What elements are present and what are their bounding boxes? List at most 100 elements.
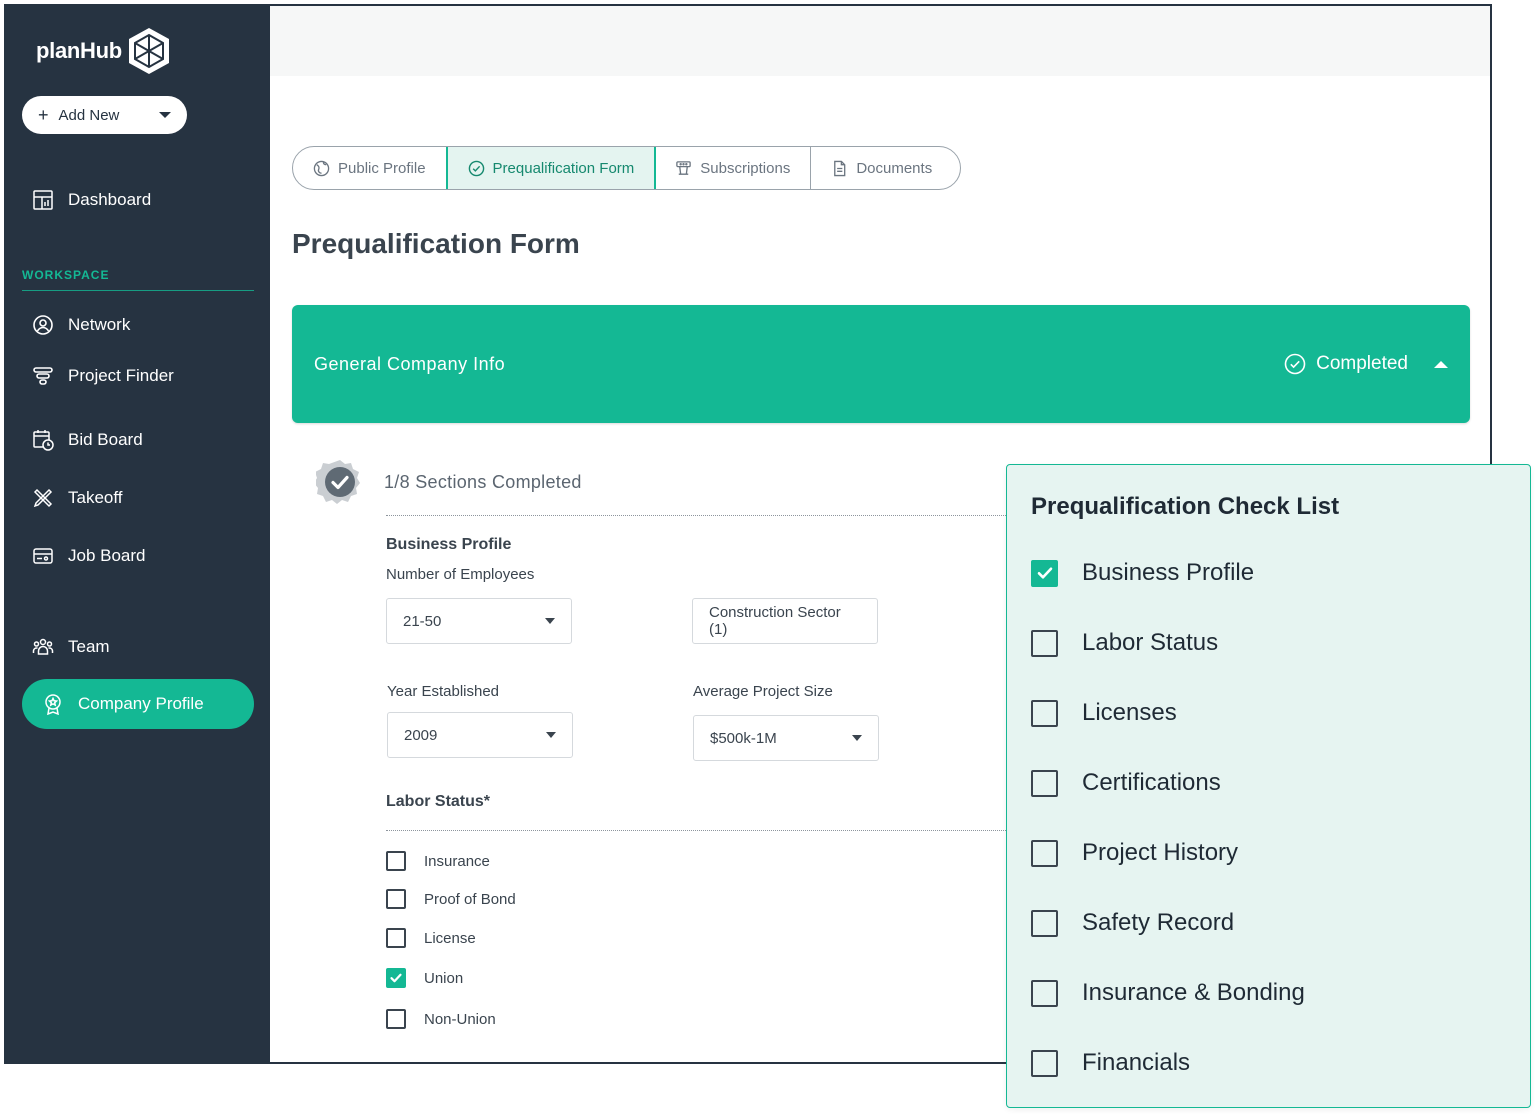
checkbox-checked[interactable] bbox=[386, 968, 406, 988]
globe-icon bbox=[313, 160, 330, 176]
workspace-label: WORKSPACE bbox=[22, 268, 110, 282]
sidebar-item-team[interactable]: Team bbox=[32, 636, 110, 658]
badge-icon bbox=[45, 694, 61, 715]
sidebar-item-label: Takeoff bbox=[68, 488, 123, 507]
check-circle-icon bbox=[468, 160, 484, 176]
sidebar-item-network[interactable]: Network bbox=[32, 314, 130, 336]
checklist-item-insurance-bonding[interactable]: Insurance & Bonding bbox=[1031, 979, 1305, 1007]
employees-select[interactable]: 21-50 bbox=[386, 598, 572, 644]
checklist-item-label: Labor Status bbox=[1082, 629, 1219, 656]
checklist-item-labor-status[interactable]: Labor Status bbox=[1031, 629, 1218, 657]
tab-documents[interactable]: Documents bbox=[811, 147, 960, 189]
sidebar-item-job-board[interactable]: Job Board bbox=[32, 545, 146, 567]
chevron-down-icon bbox=[545, 618, 555, 624]
checkbox[interactable] bbox=[1031, 1049, 1058, 1077]
labor-option-proof-of-bond[interactable]: Proof of Bond bbox=[386, 889, 516, 909]
divider bbox=[386, 515, 1026, 516]
checkbox[interactable] bbox=[1031, 629, 1058, 657]
team-icon bbox=[32, 638, 54, 655]
tab-label: Public Profile bbox=[338, 159, 426, 177]
tab-label: Prequalification Form bbox=[492, 159, 635, 177]
sidebar-item-dashboard[interactable]: Dashboard bbox=[32, 189, 151, 211]
checklist-item-licenses[interactable]: Licenses bbox=[1031, 699, 1177, 727]
sections-progress: 1/8 Sections Completed bbox=[384, 472, 582, 492]
chevron-down-icon bbox=[546, 732, 556, 738]
checklist-item-financials[interactable]: Financials bbox=[1031, 1049, 1190, 1077]
chevron-down-icon bbox=[159, 112, 171, 118]
checkbox[interactable] bbox=[386, 889, 406, 909]
sidebar-item-label: Network bbox=[68, 315, 131, 334]
tab-subscriptions[interactable]: Subscriptions bbox=[655, 147, 812, 189]
section-status: Completed bbox=[1284, 353, 1408, 375]
tab-prequalification-form[interactable]: Prequalification Form bbox=[445, 147, 657, 189]
checkbox[interactable] bbox=[386, 928, 406, 948]
checkmark-icon bbox=[1037, 567, 1052, 579]
prequalification-checklist: Prequalification Check List Business Pro… bbox=[1006, 464, 1531, 1108]
employees-label: Number of Employees bbox=[386, 566, 535, 583]
project-size-value: $500k-1M bbox=[710, 729, 777, 747]
checklist-item-label: Insurance & Bonding bbox=[1082, 979, 1305, 1006]
checkbox-checked[interactable] bbox=[1031, 559, 1058, 587]
sidebar-item-project-finder[interactable]: Project Finder bbox=[32, 365, 174, 387]
checkbox[interactable] bbox=[1031, 979, 1058, 1007]
user-circle-icon bbox=[33, 315, 53, 335]
year-value: 2009 bbox=[404, 726, 438, 744]
checkbox-label: License bbox=[424, 929, 476, 947]
labor-option-insurance[interactable]: Insurance bbox=[386, 851, 490, 871]
year-established-select[interactable]: 2009 bbox=[387, 712, 573, 758]
checklist-item-safety-record[interactable]: Safety Record bbox=[1031, 909, 1234, 937]
filter-icon bbox=[33, 367, 53, 385]
checklist-item-label: Financials bbox=[1082, 1049, 1191, 1076]
check-circle-icon bbox=[1284, 353, 1306, 375]
sidebar-item-label: Job Board bbox=[68, 546, 146, 565]
checkbox[interactable] bbox=[1031, 769, 1058, 797]
dashboard-icon bbox=[33, 190, 53, 210]
labor-option-union[interactable]: Union bbox=[386, 968, 463, 988]
year-established-label: Year Established bbox=[387, 683, 500, 700]
project-size-select[interactable]: $500k-1M bbox=[693, 715, 879, 761]
sidebar-item-label: Bid Board bbox=[68, 430, 143, 449]
sidebar-item-takeoff[interactable]: Takeoff bbox=[32, 487, 123, 509]
labor-option-non-union[interactable]: Non-Union bbox=[386, 1009, 496, 1029]
logo[interactable]: planHub bbox=[36, 26, 172, 76]
checklist-item-label: Certifications bbox=[1082, 769, 1221, 796]
sidebar-item-company-profile[interactable]: Company Profile bbox=[22, 679, 254, 729]
sidebar-item-bid-board[interactable]: Bid Board bbox=[32, 429, 143, 451]
add-new-button[interactable]: + Add New bbox=[22, 96, 187, 134]
page-title: Prequalification Form bbox=[292, 228, 580, 259]
checkbox[interactable] bbox=[386, 851, 406, 871]
checklist-item-certifications[interactable]: Certifications bbox=[1031, 769, 1221, 797]
ruler-pencil-icon bbox=[33, 488, 53, 508]
checkbox-label: Union bbox=[424, 969, 464, 987]
labor-status-heading: Labor Status* bbox=[386, 793, 491, 810]
sidebar-item-label: Company Profile bbox=[78, 694, 204, 713]
checklist-item-label: Safety Record bbox=[1082, 909, 1235, 936]
section-header-general-company-info[interactable]: General Company Info Completed bbox=[292, 305, 1470, 423]
checklist-item-business-profile[interactable]: Business Profile bbox=[1031, 559, 1254, 587]
verified-badge-icon bbox=[316, 460, 360, 504]
sidebar-item-label: Team bbox=[68, 637, 110, 656]
sidebar: planHub + Add New Dashboard WORKSPACE Ne… bbox=[6, 6, 270, 1062]
logo-text: planHub bbox=[36, 38, 122, 63]
checkbox[interactable] bbox=[1031, 909, 1058, 937]
chevron-up-icon[interactable] bbox=[1434, 360, 1448, 368]
checkbox[interactable] bbox=[1031, 699, 1058, 727]
checklist-item-project-history[interactable]: Project History bbox=[1031, 839, 1238, 867]
sector-field[interactable]: Construction Sector (1) bbox=[692, 598, 878, 644]
checklist-item-label: Business Profile bbox=[1082, 559, 1255, 586]
checkmark-icon bbox=[390, 973, 402, 983]
checkbox-label: Insurance bbox=[424, 852, 490, 870]
checkbox[interactable] bbox=[386, 1009, 406, 1029]
document-icon bbox=[834, 160, 846, 176]
checkbox-label: Non-Union bbox=[424, 1010, 496, 1028]
tab-public-profile[interactable]: Public Profile bbox=[293, 147, 447, 189]
labor-option-license[interactable]: License bbox=[386, 928, 476, 948]
tab-label: Documents bbox=[856, 159, 933, 177]
workspace-divider bbox=[22, 290, 254, 291]
project-size-label: Average Project Size bbox=[693, 683, 833, 700]
divider bbox=[386, 830, 1026, 831]
card-icon bbox=[33, 548, 53, 564]
employees-value: 21-50 bbox=[403, 612, 442, 630]
checklist-item-label: Licenses bbox=[1082, 699, 1177, 726]
checkbox[interactable] bbox=[1031, 839, 1058, 867]
